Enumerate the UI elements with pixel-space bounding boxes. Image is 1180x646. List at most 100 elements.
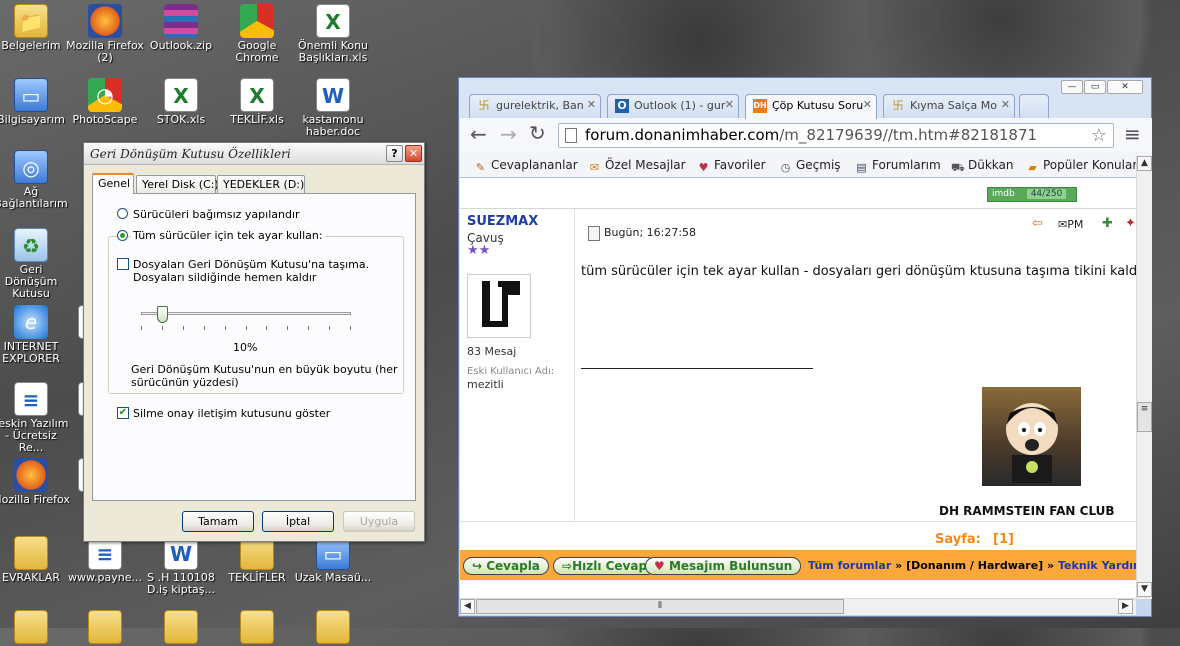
report-icon[interactable]: ✦ — [1125, 216, 1136, 231]
vertical-scroll-thumb[interactable]: ≡ — [1137, 402, 1152, 432]
tab-local-disk-c[interactable]: Yerel Disk (C:) — [136, 175, 219, 193]
desktop-icon[interactable]: WS .H 110108 D.iş kiptaş... — [142, 536, 220, 596]
desktop-icon[interactable]: Mozilla Firefox (2) — [66, 4, 144, 64]
apply-button[interactable]: Uygula — [343, 511, 415, 532]
avatar[interactable] — [467, 274, 531, 338]
url-path: /m_82179639//tm.htm#82181871 — [779, 126, 1038, 144]
bookmark-favoriler[interactable]: ♥ Favoriler — [697, 158, 766, 174]
desktop-icon[interactable]: Wkastamonu haber.doc — [294, 78, 372, 138]
confirm-delete-checkbox[interactable]: ✔ — [117, 407, 129, 419]
browser-tab-3[interactable]: DH Çöp Kutusu Soru ✕ — [745, 94, 877, 119]
slider-tick — [182, 326, 184, 330]
pm-button[interactable]: ✉PM — [1058, 218, 1083, 231]
forward-icon[interactable]: → — [500, 122, 517, 146]
reply-button[interactable]: ↪ Cevapla — [463, 557, 549, 575]
quote-icon[interactable]: ⇦ — [1032, 216, 1043, 231]
post-username[interactable]: SUEZMAX — [467, 214, 538, 229]
desktop-icon[interactable]: X STOK.xls — [142, 78, 220, 126]
desktop-icon[interactable]: ◔ PhotoScape — [66, 78, 144, 126]
dialog-titlebar[interactable]: Geri Dönüşüm Kutusu Özellikleri ? ✕ — [84, 143, 424, 165]
cancel-button[interactable]: İptal — [262, 511, 334, 532]
desktop-icon[interactable]: ♻ Geri Dönüşüm Kutusu — [0, 228, 70, 300]
crumb-hardware[interactable]: [Donanım / Hardware] — [906, 559, 1043, 572]
size-description-1: Geri Dönüşüm Kutusu'nun en büyük boyutu … — [131, 363, 398, 376]
chrome-icon — [240, 4, 274, 38]
menu-icon[interactable]: ≡ — [1124, 122, 1141, 146]
bookmark-gecmis[interactable]: ◷ Geçmiş — [779, 158, 841, 174]
desktop-icon-label: Mozilla Firefox (2) — [66, 39, 144, 64]
tab-general[interactable]: Genel — [92, 173, 134, 194]
desktop-icon[interactable]: ◎ Ağ Bağlantılarım — [0, 150, 70, 210]
desktop-icon-partial[interactable] — [294, 610, 372, 646]
vertical-scrollbar[interactable]: ▲ ≡ ▼ — [1136, 156, 1152, 599]
scroll-down-icon[interactable]: ▼ — [1137, 582, 1152, 597]
radio-global[interactable] — [117, 230, 128, 241]
slider-tick — [350, 326, 351, 330]
back-icon[interactable]: ← — [470, 122, 487, 146]
crumb-all-forums[interactable]: Tüm forumlar — [808, 559, 891, 572]
bookmark-dukkan[interactable]: ⛟ Dükkan — [951, 158, 1014, 174]
post-icon — [588, 226, 600, 241]
close-tab-icon[interactable]: ✕ — [725, 98, 734, 111]
action-bar: ↪ Cevapla ⇨Hızlı Cevap ♥ Mesajım Bulunsu… — [460, 550, 1136, 580]
no-move-label-2: Dosyaları sildiğinde hemen kaldır — [133, 271, 317, 284]
size-slider[interactable] — [141, 306, 351, 332]
desktop-icon-partial[interactable] — [142, 610, 220, 646]
bookmark-post-button[interactable]: ♥ Mesajım Bulunsun — [645, 557, 802, 575]
window-close-button[interactable]: ✕ — [1107, 80, 1143, 94]
star-icon[interactable]: ☆ — [1091, 124, 1107, 147]
horizontal-scrollbar[interactable]: ◀ ⦀ ▶ — [460, 598, 1136, 615]
ok-button[interactable]: Tamam — [182, 511, 254, 532]
scroll-right-icon[interactable]: ▶ — [1118, 599, 1133, 614]
desktop-icon[interactable]: ▭ Uzak Masaü... — [294, 536, 372, 584]
desktop-icon[interactable]: 📁 Belgelerim — [0, 4, 70, 52]
scroll-up-icon[interactable]: ▲ — [1137, 156, 1152, 171]
minimize-button[interactable]: — — [1061, 80, 1083, 94]
address-bar[interactable]: forum.donanimhaber.com/m_82179639//tm.ht… — [558, 123, 1114, 148]
bookmarks-bar: ✎ Cevaplananlar ✉ Özel Mesajlar ♥ Favoriler… — [460, 152, 1152, 178]
browser-tab-4[interactable]: 卐 Kıyma Salça Mo ✕ — [883, 94, 1015, 118]
close-tab-icon[interactable]: ✕ — [863, 98, 872, 111]
close-button[interactable]: ✕ — [405, 145, 422, 162]
pager-current-page[interactable]: [1] — [993, 532, 1014, 547]
bookmark-ozel-mesajlar[interactable]: ✉ Özel Mesajlar — [588, 158, 686, 174]
imdb-count: 44/250 — [1026, 189, 1067, 199]
slider-thumb[interactable] — [157, 306, 168, 323]
desktop-icon[interactable]: Google Chrome — [218, 4, 296, 64]
browser-tab-1[interactable]: 卐 gurelektrik, Ban ✕ — [469, 94, 601, 118]
horizontal-scroll-thumb[interactable]: ⦀ — [476, 599, 844, 614]
desktop-icon[interactable]: ≡ www.payne... — [66, 536, 144, 584]
desktop-icon[interactable]: ▭ Bilgisayarım — [0, 78, 70, 126]
desktop-icon[interactable]: TEKLİFLER — [218, 536, 296, 584]
bookmark-label: Özel Mesajlar — [605, 158, 686, 172]
desktop-icon[interactable]: EVRAKLAR — [0, 536, 70, 584]
bookmark-populer-konular[interactable]: ▰ Popüler Konular — [1026, 158, 1137, 174]
quick-reply-button[interactable]: ⇨Hızlı Cevap — [553, 557, 657, 575]
rank-stars: ★★ — [467, 243, 491, 258]
folder-icon — [316, 610, 350, 644]
desktop-icon[interactable]: Outlook.zip — [142, 4, 220, 52]
desktop-icon[interactable]: X TEKLİF.xls — [218, 78, 296, 126]
pager-divider — [460, 521, 1136, 522]
help-button[interactable]: ? — [386, 145, 403, 162]
crumb-technical-help[interactable]: Teknik Yardım — [1058, 559, 1136, 572]
close-tab-icon[interactable]: ✕ — [587, 98, 596, 111]
bookmark-cevaplananlar[interactable]: ✎ Cevaplananlar — [474, 158, 578, 174]
desktop-icon-partial[interactable] — [66, 610, 144, 646]
desktop-icon-partial[interactable] — [218, 610, 296, 646]
reload-icon[interactable]: ↻ — [529, 121, 546, 145]
scroll-left-icon[interactable]: ◀ — [460, 599, 475, 614]
slider-value: 10% — [233, 341, 258, 354]
bookmark-forumlarim[interactable]: ▤ Forumlarım — [855, 158, 940, 174]
desktop-icon-partial[interactable] — [0, 610, 70, 646]
desktop-icon[interactable]: X Önemli Konu Başlıkları.xls — [294, 4, 372, 64]
close-tab-icon[interactable]: ✕ — [1001, 98, 1010, 111]
no-move-label-1: Dosyaları Geri Dönüşüm Kutusu'na taşıma. — [133, 258, 370, 271]
tab-yedekler-d[interactable]: YEDEKLER (D:) — [217, 175, 305, 193]
radio-independent[interactable] — [117, 208, 128, 219]
add-friend-icon[interactable]: ✚ — [1102, 216, 1113, 231]
maximize-button[interactable]: ▭ — [1084, 80, 1106, 94]
no-move-checkbox[interactable] — [117, 258, 129, 270]
new-tab-button[interactable] — [1019, 94, 1049, 118]
browser-tab-2[interactable]: O Outlook (1) - gur ✕ — [607, 94, 739, 118]
